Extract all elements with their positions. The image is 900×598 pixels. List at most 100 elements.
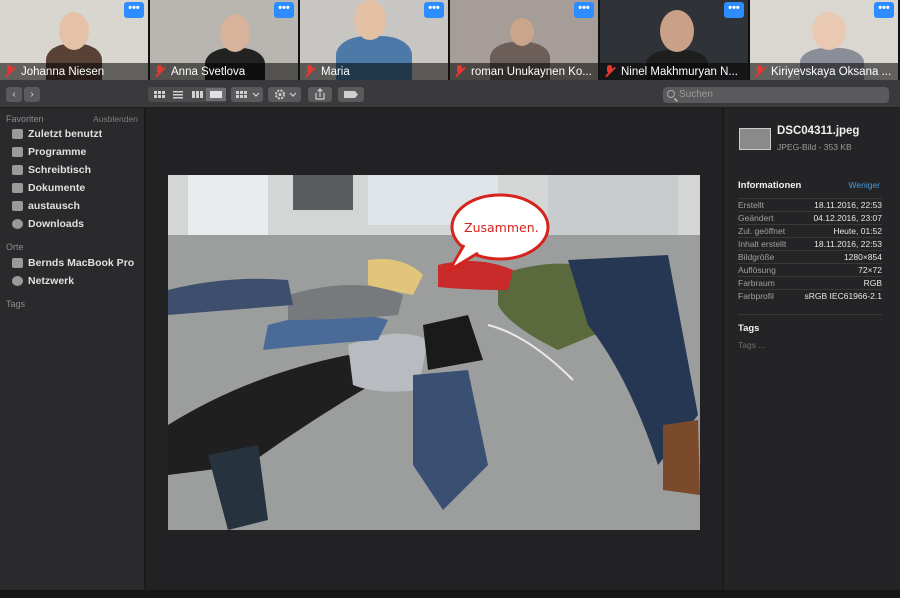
info-header: Informationen (738, 180, 802, 191)
recents-icon (12, 129, 23, 139)
show-less-link[interactable]: Weniger (849, 180, 881, 190)
tags-input[interactable]: Tags ... (738, 340, 765, 350)
share-icon (315, 88, 325, 100)
info-key: Erstellt (738, 200, 764, 210)
sidebar-item-label: Netzwerk (28, 275, 75, 287)
participant-more-button[interactable]: ••• (424, 2, 444, 18)
group-icon (236, 91, 260, 98)
view-mode-group (148, 87, 226, 102)
participant-more-button[interactable]: ••• (124, 2, 144, 18)
participant-name-bar: Johanna Niesen (0, 63, 148, 80)
speech-bubble-text: Zusammen. (464, 220, 539, 235)
search-input[interactable]: Suchen (663, 87, 889, 103)
preview-pane: Zusammen. (146, 108, 722, 598)
info-value: 04.12.2016, 23:07 (813, 213, 882, 223)
photo-preview[interactable]: Zusammen. (168, 175, 700, 530)
participant-name: roman Unukaynen Ko... (471, 65, 592, 78)
participant-head (59, 12, 89, 50)
info-inspector: DSC04311.jpeg JPEG-Bild - 353 KB Informa… (723, 108, 900, 598)
sidebar-item-label: Schreibtisch (28, 164, 92, 176)
sidebar-item-downloads[interactable]: Downloads (12, 216, 84, 232)
muted-mic-icon (754, 65, 766, 78)
participant-tile[interactable]: ••• Ninel Makhmuryan N... (600, 0, 748, 80)
participant-tile[interactable]: ••• Maria (300, 0, 448, 80)
info-key: Farbraum (738, 278, 775, 288)
sidebar-item-documents[interactable]: Dokumente (12, 180, 85, 196)
info-value: 1280×854 (843, 252, 882, 262)
desktop-icon (12, 165, 23, 175)
participant-tile[interactable]: ••• Johanna Niesen (0, 0, 148, 80)
tags-header: Tags (6, 299, 26, 309)
info-row: Zul. geöffnet Heute, 01:52 (738, 224, 882, 237)
divider (738, 314, 882, 315)
info-key: Bildgröße (738, 252, 775, 262)
participant-name: Johanna Niesen (21, 65, 105, 78)
muted-mic-icon (4, 65, 16, 78)
group-photo (168, 175, 700, 530)
participant-name: Maria (321, 65, 350, 78)
sidebar-item-desktop[interactable]: Schreibtisch (12, 162, 91, 178)
info-row: Auflösung 72×72 (738, 263, 882, 276)
gear-icon (275, 89, 297, 100)
participant-head (660, 10, 694, 52)
participant-more-button[interactable]: ••• (724, 2, 744, 18)
participant-more-button[interactable]: ••• (874, 2, 894, 18)
info-key: Farbprofil (738, 291, 774, 301)
forward-button[interactable]: › (24, 87, 40, 102)
participant-tile[interactable]: ••• roman Unukaynen Ko... (450, 0, 598, 80)
back-button[interactable]: ‹ (6, 87, 22, 102)
favorites-header: Favoriten (6, 114, 44, 124)
share-button[interactable] (308, 87, 332, 102)
sidebar-item-macbook[interactable]: Bernds MacBook Pro (12, 255, 134, 271)
sidebar-item-austausch[interactable]: austausch (12, 198, 80, 214)
participant-tile[interactable]: ••• Anna Svetlova (150, 0, 298, 80)
muted-mic-icon (454, 65, 466, 78)
video-strip: ••• Johanna Niesen ••• Anna Svetlova ••• (0, 0, 900, 80)
sidebar-item-label: Downloads (28, 218, 85, 230)
info-value: 18.11.2016, 22:53 (814, 239, 882, 249)
action-menu-button[interactable] (268, 87, 301, 102)
participant-tile[interactable]: ••• Kiriyevskaya Oksana ... (750, 0, 898, 80)
info-row: Geändert 04.12.2016, 23:07 (738, 211, 882, 224)
places-header: Orte (6, 242, 24, 252)
participant-name-bar: roman Unukaynen Ko... (450, 63, 598, 80)
search-icon (667, 90, 675, 98)
participant-name-bar: Maria (300, 63, 448, 80)
tags-header: Tags (738, 323, 760, 334)
participant-head (510, 18, 534, 46)
info-row: Bildgröße 1280×854 (738, 250, 882, 263)
sidebar-item-label: Zuletzt benutzt (28, 128, 103, 140)
info-value: 72×72 (858, 265, 882, 275)
participant-name-bar: Kiriyevskaya Oksana ... (750, 63, 898, 80)
participant-name: Anna Svetlova (171, 65, 246, 78)
muted-mic-icon (154, 65, 166, 78)
info-row: Farbraum RGB (738, 276, 882, 289)
participant-more-button[interactable]: ••• (274, 2, 294, 18)
sidebar-item-network[interactable]: Netzwerk (12, 273, 74, 289)
sidebar-item-applications[interactable]: Programme (12, 144, 86, 160)
group-by-button[interactable] (231, 87, 263, 102)
info-key: Zul. geöffnet (738, 226, 786, 236)
file-name: DSC04311.jpeg (777, 125, 860, 137)
info-value: 18.11.2016, 22:53 (814, 200, 882, 210)
sidebar-item-label: Dokumente (28, 182, 86, 194)
sidebar-item-recents[interactable]: Zuletzt benutzt (12, 126, 102, 142)
documents-icon (12, 183, 23, 193)
info-key: Auflösung (738, 265, 776, 275)
info-row: Farbprofil sRGB IEC61966-2.1 (738, 289, 882, 302)
tag-button[interactable] (338, 87, 364, 102)
applications-icon (12, 147, 23, 157)
participant-name: Kiriyevskaya Oksana ... (771, 65, 892, 78)
search-placeholder: Suchen (679, 89, 713, 100)
sidebar-item-label: austausch (28, 200, 80, 212)
file-meta: JPEG-Bild - 353 KB (777, 142, 852, 152)
participant-head (812, 12, 846, 50)
info-row: Erstellt 18.11.2016, 22:53 (738, 198, 882, 211)
hide-favorites-link[interactable]: Ausblenden (93, 114, 138, 124)
info-key: Geändert (738, 213, 774, 223)
muted-mic-icon (604, 65, 616, 78)
info-value: sRGB IEC61966-2.1 (804, 291, 882, 301)
downloads-icon (12, 219, 23, 229)
network-icon (12, 276, 23, 286)
participant-more-button[interactable]: ••• (574, 2, 594, 18)
